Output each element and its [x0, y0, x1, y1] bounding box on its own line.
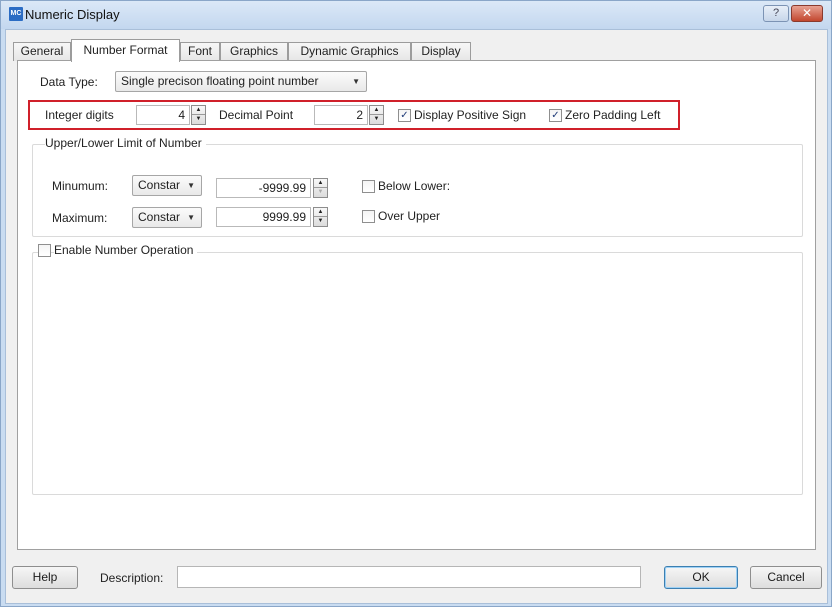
minimum-value-spinner[interactable]: ▲ ▼	[313, 178, 328, 198]
over-upper-label: Over Upper	[378, 209, 441, 223]
chevron-down-icon: ▼	[187, 181, 195, 190]
description-input[interactable]	[177, 566, 641, 588]
data-type-select[interactable]: Single precison floating point number ▼	[115, 71, 367, 92]
tab-font[interactable]: Font	[180, 42, 220, 61]
decimal-point-spinner[interactable]: ▲ ▼	[369, 105, 384, 125]
zero-padding-left-label: Zero Padding Left	[565, 108, 661, 122]
spin-down-icon[interactable]: ▼	[314, 188, 327, 197]
cancel-button[interactable]: Cancel	[750, 566, 822, 589]
minimum-mode-value: Constar	[138, 178, 181, 192]
number-operation-group	[32, 252, 803, 495]
data-type-value: Single precison floating point number	[121, 74, 319, 88]
window-title: Numeric Display	[25, 7, 120, 22]
spin-down-icon[interactable]: ▼	[314, 217, 327, 226]
title-bar: MC Numeric Display ? ✕	[1, 1, 831, 29]
below-lower-checkbox[interactable]	[362, 180, 375, 193]
spin-down-icon[interactable]: ▼	[192, 115, 205, 124]
tab-general[interactable]: General	[13, 42, 71, 61]
minimum-mode-select[interactable]: Constar ▼	[132, 175, 202, 196]
numeric-display-dialog: MC Numeric Display ? ✕ General Number Fo…	[0, 0, 832, 607]
display-positive-sign-label: Display Positive Sign	[414, 108, 527, 122]
tab-graphics[interactable]: Graphics	[220, 42, 288, 61]
limits-group-title: Upper/Lower Limit of Number	[45, 136, 206, 150]
spin-up-icon[interactable]: ▲	[314, 208, 327, 217]
maximum-mode-value: Constar	[138, 210, 181, 224]
chevron-down-icon: ▼	[187, 213, 195, 222]
ok-button[interactable]: OK	[664, 566, 738, 589]
spin-up-icon[interactable]: ▲	[192, 106, 205, 115]
minimum-value-field[interactable]: -9999.99	[216, 178, 311, 198]
tab-dynamic-graphics[interactable]: Dynamic Graphics	[288, 42, 411, 61]
chevron-down-icon: ▼	[352, 77, 360, 86]
spin-up-icon[interactable]: ▲	[370, 106, 383, 115]
help-title-button[interactable]: ?	[763, 5, 789, 22]
maximum-value-field[interactable]: 9999.99	[216, 207, 311, 227]
integer-digits-label: Integer digits	[45, 108, 114, 122]
enable-number-operation-checkbox[interactable]	[38, 244, 51, 257]
decimal-point-label: Decimal Point	[219, 108, 294, 122]
below-lower-label: Below Lower:	[378, 179, 451, 193]
maximum-mode-select[interactable]: Constar ▼	[132, 207, 202, 228]
display-positive-sign-checkbox[interactable]: ✓	[398, 109, 411, 122]
decimal-point-field[interactable]: 2	[314, 105, 368, 125]
tab-display[interactable]: Display	[411, 42, 471, 61]
enable-number-operation-label: Enable Number Operation	[54, 243, 198, 257]
maximum-label: Maximum:	[52, 211, 108, 225]
help-button[interactable]: Help	[12, 566, 78, 589]
spin-down-icon[interactable]: ▼	[370, 115, 383, 124]
app-icon: MC	[9, 7, 23, 21]
integer-digits-field[interactable]: 4	[136, 105, 190, 125]
zero-padding-left-checkbox[interactable]: ✓	[549, 109, 562, 122]
description-label: Description:	[100, 571, 164, 585]
spin-up-icon[interactable]: ▲	[314, 179, 327, 188]
over-upper-checkbox[interactable]	[362, 210, 375, 223]
maximum-value-spinner[interactable]: ▲ ▼	[313, 207, 328, 227]
minimum-label: Minumum:	[52, 179, 109, 193]
data-type-label: Data Type:	[40, 75, 98, 89]
close-button[interactable]: ✕	[791, 5, 823, 22]
integer-digits-spinner[interactable]: ▲ ▼	[191, 105, 206, 125]
tab-number-format[interactable]: Number Format	[71, 39, 180, 62]
